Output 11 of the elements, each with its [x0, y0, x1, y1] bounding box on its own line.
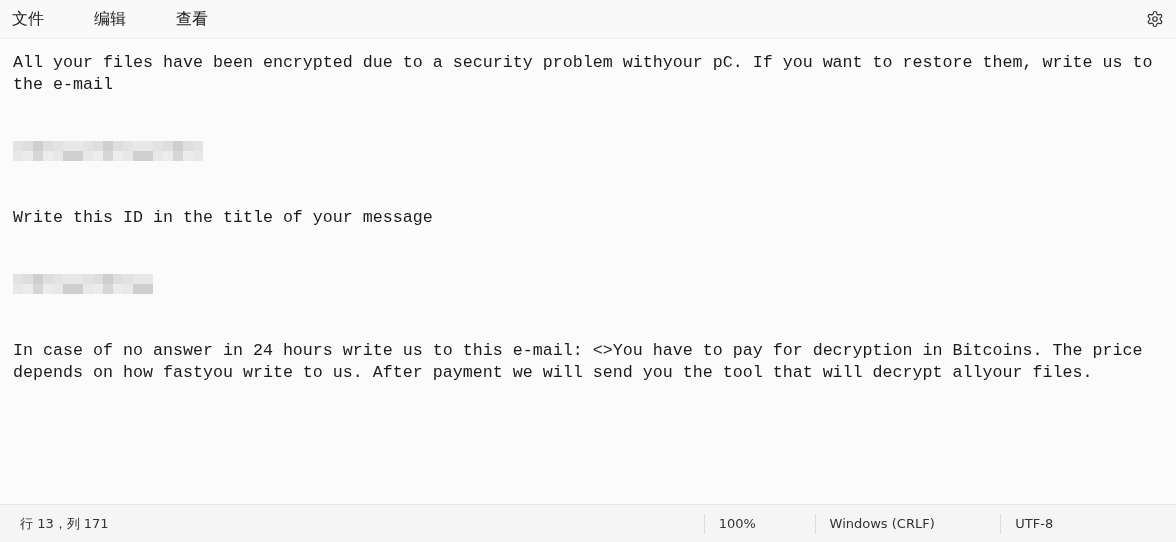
cursor-position: 行 13，列 171	[20, 515, 109, 531]
menu-item[interactable]: 查看	[166, 4, 218, 34]
line-ending: Windows (CRLF)	[829, 516, 935, 531]
document-text: All your files have been encrypted due to a security problem withyour pC. If you want to restore them, write us to the e-mail	[13, 53, 1154, 94]
encoding: UTF-8	[1015, 516, 1054, 531]
menu-item[interactable]: 编辑	[84, 4, 136, 34]
menu-item[interactable]: 文件	[2, 4, 54, 34]
settings-icon[interactable]	[1146, 10, 1164, 28]
document-text: Write this ID in the title of your message	[13, 208, 433, 227]
zoom-level: 100%	[718, 516, 756, 531]
document-text: In case of no answer in 24 hours write us to this e-mail: <>You have to pay for decryption in Bitcoins. The price depends on how fastyou write to us. After payment we will send you the tool that will decrypt allyour files.	[13, 341, 1144, 382]
